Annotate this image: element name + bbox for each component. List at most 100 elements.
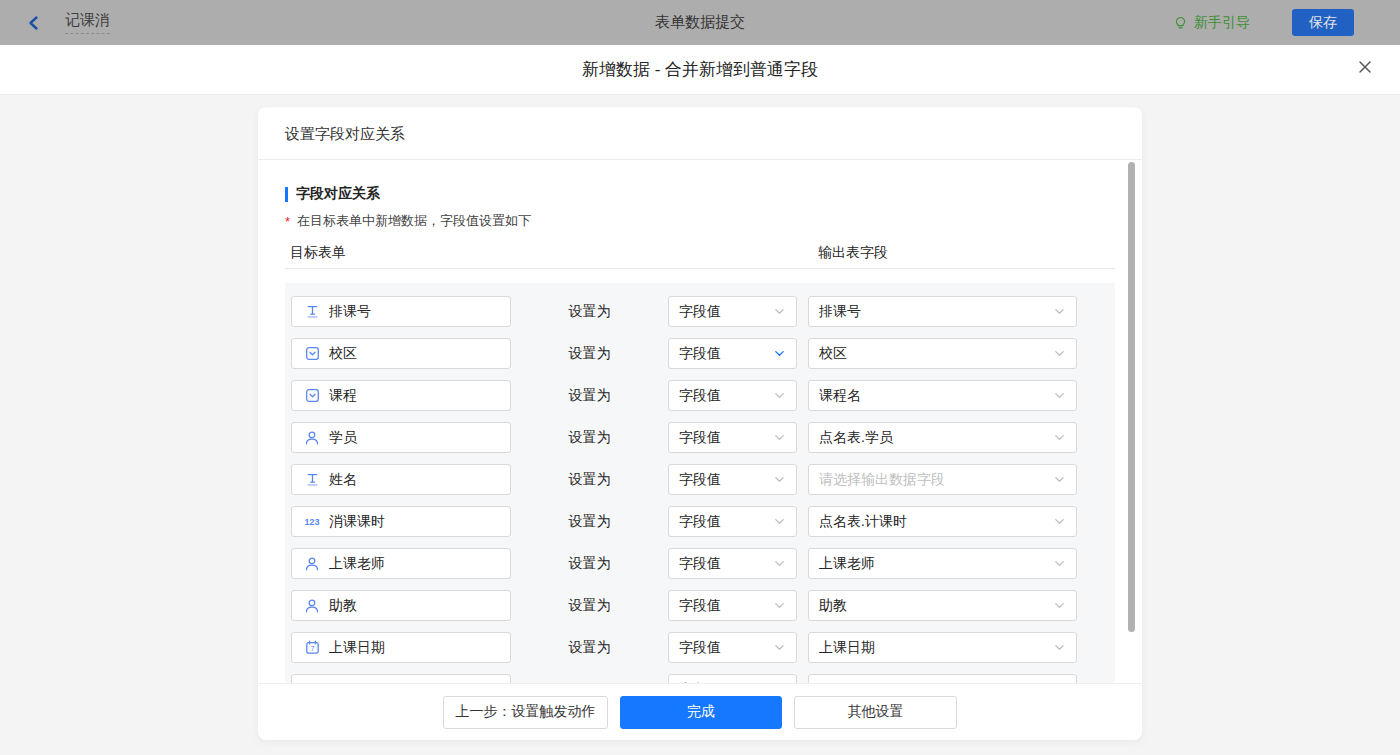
target-field-box[interactable]: 7 上课日期	[291, 632, 511, 663]
target-field-box[interactable]: 123 消课课时	[291, 506, 511, 537]
value-type-value: 字段值	[679, 681, 721, 684]
form-name[interactable]: 记课消	[65, 11, 110, 34]
value-type-value: 字段值	[679, 387, 721, 405]
target-field-box[interactable]: 课程	[291, 380, 511, 411]
set-as-label: 设置为	[511, 471, 668, 489]
output-field-value: 上课日期	[819, 639, 875, 657]
topbar: 记课消 表单数据提交 新手引导 保存	[0, 0, 1400, 45]
mapping-row: 校区 设置为 字段值 校区	[291, 338, 1115, 369]
number-field-icon: 123	[301, 517, 323, 527]
value-type-value: 字段值	[679, 597, 721, 615]
mapping-row: 学员 设置为 字段值 点名表.学员	[291, 422, 1115, 453]
value-type-select[interactable]: 字段值	[668, 590, 797, 621]
output-field-value: 课程名	[819, 387, 861, 405]
value-type-select[interactable]: 字段值	[668, 338, 797, 369]
set-as-label: 设置为	[511, 639, 668, 657]
close-icon[interactable]	[1356, 58, 1374, 76]
target-field-box[interactable]: 上课老师	[291, 548, 511, 579]
output-field-value: 助教	[819, 597, 847, 615]
done-button[interactable]: 完成	[620, 696, 782, 729]
chevron-down-icon	[773, 599, 786, 612]
chevron-down-icon	[773, 515, 786, 528]
value-type-select[interactable]: 字段值	[668, 464, 797, 495]
dialog-header: 新增数据 - 合并新增到普通字段	[0, 45, 1400, 95]
value-type-select[interactable]: 字段值	[668, 296, 797, 327]
card-footer: 上一步：设置触发动作 完成 其他设置	[258, 683, 1142, 740]
other-settings-button[interactable]: 其他设置	[794, 696, 957, 729]
field-label: 课程	[329, 387, 357, 405]
value-type-select[interactable]: 字段值	[668, 506, 797, 537]
field-label: 排课号	[329, 303, 371, 321]
person-field-icon	[301, 598, 323, 614]
value-type-value: 字段值	[679, 555, 721, 573]
value-type-select[interactable]: 字段值	[668, 548, 797, 579]
target-field-box[interactable]: 学员	[291, 422, 511, 453]
column-output-fields: 输出表字段	[818, 244, 888, 262]
output-field-select[interactable]: 排课号	[808, 296, 1077, 327]
section-title-text: 字段对应关系	[296, 185, 380, 203]
prev-step-button[interactable]: 上一步：设置触发动作	[443, 696, 608, 729]
output-field-select[interactable]	[808, 674, 1077, 683]
card-body: 字段对应关系 * 在目标表单中新增数据，字段值设置如下 目标表单 输出表字段 排…	[258, 160, 1142, 683]
chevron-down-icon	[773, 347, 786, 360]
target-field-box[interactable]	[291, 674, 511, 683]
output-field-select[interactable]: 点名表.学员	[808, 422, 1077, 453]
output-field-select[interactable]: 课程名	[808, 380, 1077, 411]
mapping-row: 助教 设置为 字段值 助教	[291, 590, 1115, 621]
header-divider	[285, 268, 1115, 269]
set-as-label: 设置为	[511, 345, 668, 363]
value-type-value: 字段值	[679, 471, 721, 489]
guide-label: 新手引导	[1194, 14, 1250, 32]
text-field-icon	[301, 472, 323, 487]
chevron-down-icon	[773, 431, 786, 444]
calendar-field-icon: 7	[301, 640, 323, 655]
note-text: 在目标表单中新增数据，字段值设置如下	[297, 212, 531, 230]
target-field-box[interactable]: 助教	[291, 590, 511, 621]
mapping-row: 123 消课课时 设置为 字段值 点名表.计课时	[291, 506, 1115, 537]
chevron-down-icon	[1053, 473, 1066, 486]
output-field-value: 请选择输出数据字段	[819, 471, 945, 489]
card-title: 设置字段对应关系	[258, 107, 1142, 160]
field-mapping-card: 设置字段对应关系 字段对应关系 * 在目标表单中新增数据，字段值设置如下 目标表…	[258, 107, 1142, 740]
field-label: 上课老师	[329, 555, 385, 573]
scrollbar-thumb[interactable]	[1128, 162, 1135, 632]
mapping-row: 排课号 设置为 字段值 排课号	[291, 296, 1115, 327]
target-field-box[interactable]: 校区	[291, 338, 511, 369]
output-field-select[interactable]: 助教	[808, 590, 1077, 621]
required-note: * 在目标表单中新增数据，字段值设置如下	[285, 213, 1115, 229]
value-type-select[interactable]: 字段值	[668, 422, 797, 453]
target-field-box[interactable]: 姓名	[291, 464, 511, 495]
target-field-box[interactable]: 排课号	[291, 296, 511, 327]
dialog-body: 设置字段对应关系 字段对应关系 * 在目标表单中新增数据，字段值设置如下 目标表…	[0, 95, 1400, 754]
set-as-label: 设置为	[511, 429, 668, 447]
chevron-down-icon	[773, 557, 786, 570]
mapping-rows: 排课号 设置为 字段值 排课号 校区 设置为 字段值 校区	[285, 283, 1115, 683]
output-field-value: 排课号	[819, 303, 861, 321]
value-type-select[interactable]: 字段值	[668, 674, 797, 683]
value-type-value: 字段值	[679, 303, 721, 321]
person-field-icon	[301, 430, 323, 446]
beginner-guide-link[interactable]: 新手引导	[1173, 14, 1250, 32]
back-icon[interactable]	[26, 15, 42, 31]
save-button[interactable]: 保存	[1292, 9, 1354, 36]
mapping-row: 姓名 设置为 字段值 请选择输出数据字段	[291, 464, 1115, 495]
chevron-down-icon	[1053, 557, 1066, 570]
chevron-down-icon	[773, 641, 786, 654]
value-type-select[interactable]: 字段值	[668, 632, 797, 663]
output-field-select[interactable]: 请选择输出数据字段	[808, 464, 1077, 495]
output-field-select[interactable]: 上课老师	[808, 548, 1077, 579]
value-type-select[interactable]: 字段值	[668, 380, 797, 411]
text-field-icon	[301, 304, 323, 319]
dialog-title: 新增数据 - 合并新增到普通字段	[582, 58, 818, 81]
output-field-select[interactable]: 校区	[808, 338, 1077, 369]
set-as-label: 设置为	[511, 555, 668, 573]
chevron-down-icon	[1053, 389, 1066, 402]
person-field-icon	[301, 556, 323, 572]
section-title: 字段对应关系	[285, 186, 1115, 202]
output-field-select[interactable]: 点名表.计课时	[808, 506, 1077, 537]
mapping-row: 上课老师 设置为 字段值 上课老师	[291, 548, 1115, 579]
field-label: 消课课时	[329, 513, 385, 531]
field-label: 姓名	[329, 471, 357, 489]
set-as-label: 设置为	[511, 303, 668, 321]
output-field-select[interactable]: 上课日期	[808, 632, 1077, 663]
